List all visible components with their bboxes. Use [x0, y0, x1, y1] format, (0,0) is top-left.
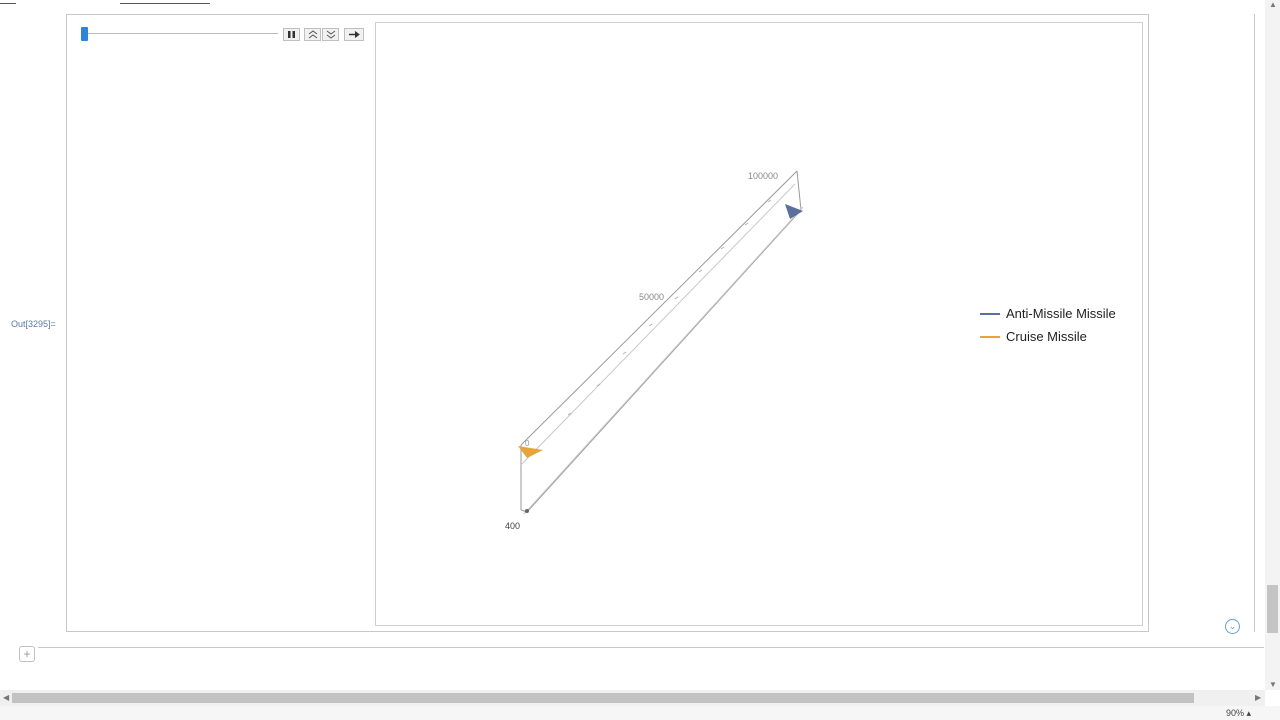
slower-button[interactable] [322, 28, 339, 41]
scroll-right-arrow-icon[interactable]: ▶ [1255, 693, 1261, 702]
horizontal-scrollbar-thumb[interactable] [12, 693, 1194, 703]
axis-tick-label-top: 100000 [748, 171, 778, 181]
double-chevron-down-icon [326, 30, 335, 39]
axis-tick [674, 296, 679, 300]
direction-button[interactable] [344, 28, 364, 41]
double-chevron-up-icon [308, 30, 317, 39]
cell-insertion-line[interactable] [38, 647, 1264, 648]
axis-tick-label-zero: 0 [525, 439, 530, 448]
cutoff-text-fragment [120, 0, 210, 4]
legend-swatch-cruise-missile [980, 335, 1000, 338]
scroll-left-arrow-icon[interactable]: ◀ [3, 693, 9, 702]
zoom-level[interactable]: 90% ▴ [1226, 708, 1251, 719]
plot-legend: Anti-Missile Missile Cruise Missile [980, 302, 1116, 348]
axis-ticks [567, 199, 772, 416]
origin-marker [525, 509, 529, 513]
top-cutoff-strip [0, 0, 1280, 6]
cutoff-text-fragment [0, 0, 16, 4]
axis-tick [622, 351, 627, 355]
box-edge-bottom-right [526, 209, 802, 513]
status-bar [0, 706, 1280, 720]
legend-item-anti-missile: Anti-Missile Missile [980, 302, 1116, 325]
axis-tick-label-mid: 50000 [639, 292, 664, 302]
axis-tick [698, 269, 703, 273]
cruise-missile-marker [518, 446, 543, 458]
vertical-scrollbar-thumb[interactable] [1267, 585, 1278, 633]
legend-item-cruise-missile: Cruise Missile [980, 325, 1116, 348]
legend-swatch-anti-missile [980, 312, 1000, 315]
faster-button[interactable] [304, 28, 321, 41]
animation-slider-track[interactable] [82, 33, 278, 34]
box-edge-inner-lower [523, 206, 804, 515]
arrow-right-icon [348, 31, 360, 38]
axis-corner-label: 400 [505, 521, 520, 531]
axis-tick [648, 323, 653, 327]
legend-label: Cruise Missile [1006, 329, 1087, 344]
pause-button[interactable] [283, 28, 300, 41]
cell-bracket[interactable] [1250, 14, 1255, 632]
box-edge-top-left [520, 170, 798, 446]
zoom-value: 90% [1226, 708, 1245, 718]
bounding-box [520, 170, 804, 515]
legend-label: Anti-Missile Missile [1006, 306, 1116, 321]
pause-icon [288, 31, 295, 38]
insert-cell-button[interactable]: + [19, 646, 35, 662]
animation-slider-thumb[interactable] [81, 27, 88, 41]
box-edge-inner [520, 183, 796, 466]
scroll-down-arrow-icon[interactable]: ▼ [1269, 680, 1277, 689]
chevron-down-icon: ⌄ [1228, 621, 1237, 631]
caret-up-icon: ▴ [1246, 708, 1252, 718]
scroll-down-circle-button[interactable]: ⌄ [1225, 619, 1240, 634]
axis-tick [720, 246, 725, 250]
axis-tick [767, 199, 772, 203]
axis-tick [744, 222, 749, 226]
scroll-up-arrow-icon[interactable]: ▲ [1269, 0, 1277, 9]
box-edge-right-vertical [796, 170, 802, 211]
output-cell-label: Out[3295]= [11, 319, 56, 329]
